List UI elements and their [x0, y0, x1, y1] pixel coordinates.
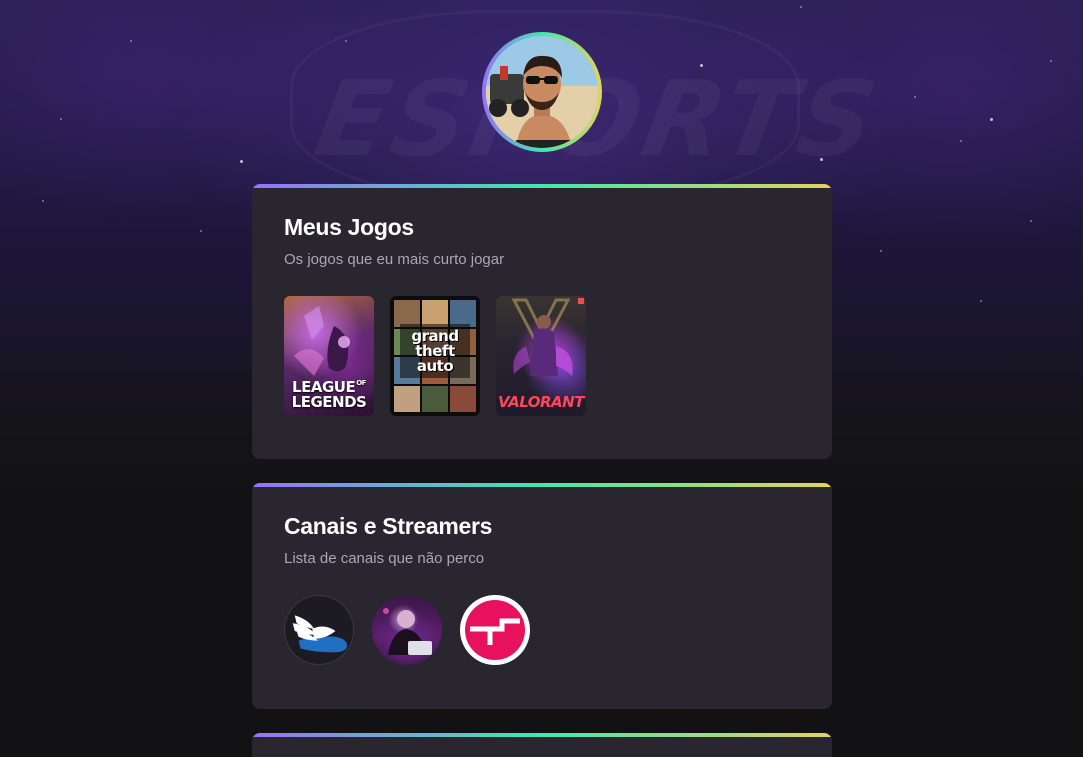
streamer-avatar: [383, 608, 432, 655]
game-card-league-of-legends[interactable]: LEAGUEOF LEGENDS: [284, 296, 374, 416]
profile-avatar[interactable]: [482, 32, 602, 152]
next-section-card: [252, 733, 832, 757]
channels-list: [284, 595, 800, 665]
section-subtitle: Lista de canais que não perco: [284, 550, 485, 567]
section-title: Meus Jogos: [284, 214, 414, 240]
channel-avatar-1[interactable]: [284, 595, 354, 665]
channels-streamers-card: Canais e Streamers Lista de canais que n…: [252, 483, 832, 709]
games-list: LEAGUEOF LEGENDS grand theft auto VALORA…: [284, 296, 800, 416]
gta-logo-line-3: auto: [416, 356, 454, 375]
game-logo-of: OF: [356, 379, 366, 387]
game-logo-line-2: LEGENDS: [291, 393, 367, 411]
gta-logo: grand theft auto: [400, 324, 470, 378]
brand-logo-icon: [465, 600, 525, 660]
valorant-corner-mark: [578, 298, 584, 304]
avatar-photo: [486, 36, 598, 148]
winged-shoe-icon: [292, 615, 348, 653]
gta-cover-grid: grand theft auto: [394, 300, 476, 412]
section-title: Canais e Streamers: [284, 513, 493, 539]
section-subtitle: Os jogos que eu mais curto jogar: [284, 251, 505, 268]
avatar-illustration: [486, 36, 598, 148]
channel-avatar-3[interactable]: [460, 595, 530, 665]
game-logo-text: VALORANT: [498, 393, 584, 411]
game-logo-text: LEAGUEOF LEGENDS: [286, 380, 372, 416]
game-card-gta[interactable]: grand theft auto: [390, 296, 480, 416]
channel-avatar-2[interactable]: [372, 595, 442, 665]
game-card-valorant[interactable]: VALORANT: [496, 296, 586, 416]
my-games-card: Meus Jogos Os jogos que eu mais curto jo…: [252, 184, 832, 459]
